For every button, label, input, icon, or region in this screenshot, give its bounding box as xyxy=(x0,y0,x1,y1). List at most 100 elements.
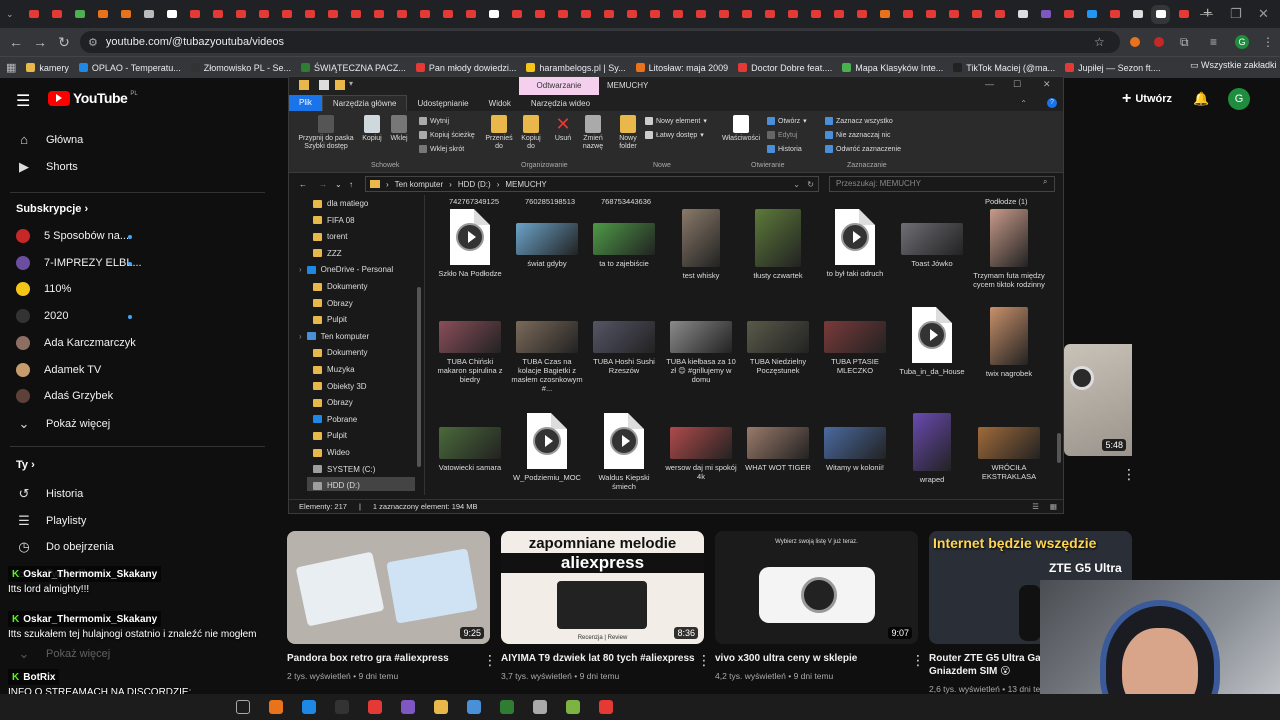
file-item[interactable]: test whisky xyxy=(665,209,737,280)
browser-tab[interactable] xyxy=(1151,4,1170,24)
browser-tab[interactable] xyxy=(162,5,181,24)
context-tab[interactable]: Odtwarzanie xyxy=(519,77,599,95)
nav-item[interactable]: Obrazy xyxy=(313,299,353,308)
forward-icon[interactable]: → xyxy=(28,34,52,50)
subscriptions-heading[interactable]: Subskrypcje › xyxy=(16,203,88,215)
file-item[interactable]: wersow daj mi spokój 4k xyxy=(665,413,737,481)
browser-tab[interactable] xyxy=(277,5,296,24)
properties-button[interactable]: Właściwości xyxy=(721,115,761,143)
file-item[interactable]: TUBA kiełbasa za 10 zł 😊 #grillujemy w d… xyxy=(665,307,737,384)
browser-tab[interactable] xyxy=(1105,5,1124,24)
browser-tab[interactable] xyxy=(139,5,158,24)
pin-quick-access-button[interactable]: Przypnij do paska Szybki dostęp xyxy=(295,115,357,151)
video-title-line2[interactable]: Gniazdem SIM 😮 xyxy=(929,666,1011,677)
browser-tab[interactable] xyxy=(346,5,365,24)
profile-avatar[interactable]: G xyxy=(1235,35,1249,49)
file-item[interactable]: świat gdyby xyxy=(511,209,583,268)
help-icon[interactable]: ? xyxy=(1047,98,1057,108)
browser-tab[interactable] xyxy=(737,5,756,24)
breadcrumb-item[interactable]: HDD (D:) xyxy=(458,180,491,189)
chrome-icon[interactable] xyxy=(599,700,613,714)
notifications-bell-icon[interactable]: 🔔 xyxy=(1193,91,1209,107)
file-item[interactable]: TUBA Chiński makaron spirulina z biedry xyxy=(434,307,506,384)
nav-item[interactable]: HDD (D:) xyxy=(313,481,360,490)
checkbox-icon[interactable] xyxy=(319,80,329,90)
nav-item[interactable]: Wideo xyxy=(313,448,350,457)
select-all-button[interactable]: Zaznacz wszystko xyxy=(825,117,893,125)
browser-tab[interactable] xyxy=(530,5,549,24)
file-item[interactable]: ta to zajebiście xyxy=(588,209,660,268)
nav-item[interactable]: Obiekty 3D xyxy=(313,382,367,391)
file-name-partial[interactable]: 760285198513 xyxy=(525,197,575,206)
copy-to-button[interactable]: Kopiuj do xyxy=(517,115,545,151)
open-button[interactable]: Otwórz ▾ xyxy=(767,117,807,125)
browser-tab[interactable] xyxy=(668,5,687,24)
nav-item[interactable]: dla matiego xyxy=(313,199,368,208)
paste-shortcut-button[interactable]: Wklej skrót xyxy=(419,145,464,153)
bookmark-item[interactable]: ŚWIĄTECZNA PACZ... xyxy=(301,63,406,73)
file-item[interactable]: TUBA Hoshi Sushi Rzeszów xyxy=(588,307,660,375)
file-item[interactable]: Trzymam futa między cycem tiktok rodzinn… xyxy=(973,209,1045,289)
browser-tab[interactable] xyxy=(829,5,848,24)
browser-tab[interactable] xyxy=(47,5,66,24)
scrollbar-thumb[interactable] xyxy=(417,287,421,467)
file-item[interactable]: WRÓCIŁA EKSTRAKLASA xyxy=(973,413,1045,481)
discord-icon[interactable] xyxy=(401,700,415,714)
copy-button[interactable]: Kopiuj xyxy=(359,115,385,143)
sidebar-item-shorts[interactable]: ▶ Shorts xyxy=(16,159,78,175)
select-none-button[interactable]: Nie zaznaczaj nic xyxy=(825,131,890,139)
browser-tab[interactable] xyxy=(24,5,43,24)
extensions-puzzle-icon[interactable]: ⧉ xyxy=(1180,35,1189,50)
all-bookmarks[interactable]: ▭ Wszystkie zakładki xyxy=(1190,60,1277,71)
video-thumbnail[interactable]: Wybierz swoją listę V już teraz. 9:07 xyxy=(715,531,918,644)
file-item[interactable]: WHAT WOT TIGER xyxy=(742,413,814,472)
bookmark-item[interactable]: Jupiłej — Sezon ft.... xyxy=(1065,63,1161,73)
forward-icon[interactable]: → xyxy=(319,180,327,189)
file-item[interactable]: twix nagrobek xyxy=(973,307,1045,378)
file-name-partial[interactable]: 768753443636 xyxy=(601,197,651,206)
file-name-partial[interactable]: 742767349125 xyxy=(449,197,499,206)
browser-tab[interactable] xyxy=(967,5,986,24)
browser-tab[interactable] xyxy=(1082,5,1101,24)
site-info-icon[interactable]: ⚙ xyxy=(88,36,98,49)
new-folder-button[interactable]: Nowy folder xyxy=(615,115,641,151)
video-title[interactable]: Pandora box retro gra #aliexpress xyxy=(287,653,449,664)
browser-tab[interactable] xyxy=(507,5,526,24)
back-icon[interactable]: ← xyxy=(4,34,28,50)
more-options-icon[interactable]: ⋮ xyxy=(697,652,711,669)
browser-tab[interactable] xyxy=(93,5,112,24)
subscription-item[interactable]: 7-IMPREZY ELBL... xyxy=(16,255,142,270)
browser-tab[interactable] xyxy=(622,5,641,24)
apps-icon[interactable]: ▦ xyxy=(6,61,16,74)
file-explorer-icon[interactable] xyxy=(434,700,448,714)
search-icon[interactable] xyxy=(236,700,250,714)
browser-tab[interactable] xyxy=(714,5,733,24)
more-options-icon[interactable]: ⋮ xyxy=(1122,466,1136,483)
easy-access-button[interactable]: Łatwy dostęp ▾ xyxy=(645,131,704,139)
file-item[interactable]: Toast Jówko xyxy=(896,209,968,268)
video-thumbnail[interactable]: 9:25 xyxy=(287,531,490,644)
browser-tab[interactable] xyxy=(806,5,825,24)
browser-tab[interactable] xyxy=(990,5,1009,24)
large-icons-view-icon[interactable]: ▦ xyxy=(1050,502,1057,511)
browser-tab[interactable] xyxy=(208,5,227,24)
file-item[interactable]: TUBA PTASIE MLECZKO xyxy=(819,307,891,375)
nav-item[interactable]: Pulpit xyxy=(313,431,347,440)
nav-item[interactable]: Muzyka xyxy=(313,365,355,374)
nav-item[interactable]: Dokumenty xyxy=(313,348,367,357)
new-item-button[interactable]: Nowy element ▾ xyxy=(645,117,707,125)
chat-username[interactable]: K Oskar_Thermomix_Skakany xyxy=(8,566,162,582)
file-scrollbar[interactable] xyxy=(1055,197,1063,493)
video-thumbnail[interactable]: zapomniane melodie aliexpress Recenzja | R… xyxy=(501,531,704,644)
browser-tab[interactable] xyxy=(231,5,250,24)
sidebar-item-playlist[interactable]: ☰ Playlisty xyxy=(16,513,86,529)
search-icon[interactable]: ⌕ xyxy=(1043,177,1047,187)
browser-tab[interactable] xyxy=(875,5,894,24)
edit-button[interactable]: Edytuj xyxy=(767,131,797,139)
browser-tab[interactable] xyxy=(852,5,871,24)
cut-button[interactable]: Wytnij xyxy=(419,117,449,125)
reload-icon[interactable]: ↻ xyxy=(52,34,76,51)
xbox-icon[interactable] xyxy=(500,700,514,714)
browser-tab[interactable] xyxy=(691,5,710,24)
browser-tab[interactable] xyxy=(484,5,503,24)
